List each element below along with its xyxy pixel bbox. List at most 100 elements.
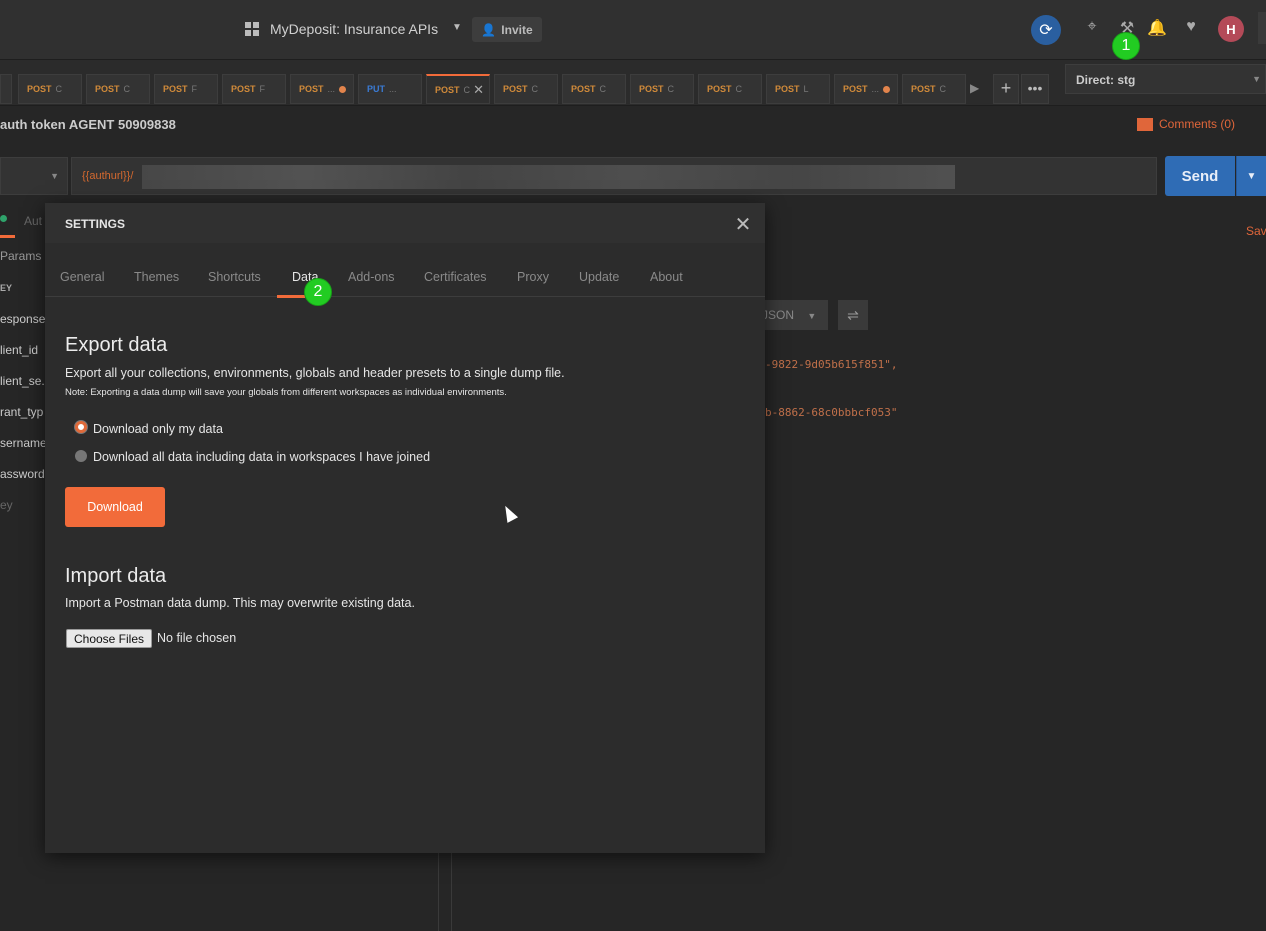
tab-certificates[interactable]: Certificates [424, 270, 487, 284]
tab-method: POST [639, 84, 664, 94]
tab-themes[interactable]: Themes [134, 270, 179, 284]
request-tab[interactable]: POST C [494, 74, 558, 104]
environment-select[interactable]: Direct: stg ▼ [1065, 64, 1266, 94]
tab-partial[interactable] [0, 74, 12, 104]
save-response-link[interactable]: Sav [1246, 224, 1266, 238]
request-tab[interactable]: POST C [902, 74, 966, 104]
unsaved-dot-icon [883, 85, 890, 93]
annotation-badge-1: 1 [1112, 32, 1140, 60]
tab-method: POST [231, 84, 256, 94]
file-status: No file chosen [157, 631, 237, 645]
close-icon[interactable]: ✕ [473, 82, 484, 98]
tab-method: POST [571, 84, 596, 94]
param-key[interactable]: esponse [0, 312, 45, 326]
tab-title: C [55, 84, 63, 94]
close-icon[interactable]: ✕ [733, 212, 753, 237]
format-value: JSON [762, 308, 795, 322]
tab-method: POST [95, 84, 120, 94]
request-tab[interactable]: POST... [290, 74, 354, 104]
tab-method: PUT [367, 84, 385, 94]
chevron-down-icon: ▼ [807, 311, 817, 321]
bell-icon[interactable]: 🔔 [1147, 18, 1167, 38]
tab-method: POST [163, 84, 188, 94]
request-tab[interactable]: POST F [222, 74, 286, 104]
tab-method: POST [775, 84, 800, 94]
settings-tabs: General Themes Shortcuts Data Add-ons Ce… [45, 257, 765, 298]
satellite-icon[interactable]: ⌖ [1082, 18, 1102, 36]
import-heading: Import data [65, 565, 167, 587]
request-tab[interactable]: POST F [154, 74, 218, 104]
tab-proxy[interactable]: Proxy [517, 270, 549, 284]
param-key[interactable]: lient_id [0, 343, 45, 357]
tab-update[interactable]: Update [579, 270, 619, 284]
workspace-title[interactable]: MyDeposit: Insurance APIs [270, 21, 438, 37]
tab-title: ... [389, 84, 397, 94]
avatar[interactable]: H [1218, 16, 1244, 42]
tab-method: POST [299, 84, 324, 94]
invite-label: Invite [501, 22, 533, 37]
tab-general[interactable]: General [60, 270, 104, 284]
radio-label[interactable]: Download all data including data in work… [93, 450, 430, 464]
sync-icon[interactable]: ⟳ [1031, 15, 1061, 45]
params-label: Params [0, 249, 42, 263]
tab-method: POST [843, 84, 868, 94]
param-key[interactable]: rant_typ [0, 405, 45, 419]
wrap-lines-icon[interactable]: ⇌ [838, 300, 868, 330]
download-button[interactable]: Download [65, 487, 165, 527]
modal-title: SETTINGS [65, 217, 126, 231]
radio-label[interactable]: Download only my data [93, 422, 223, 436]
param-key-placeholder[interactable]: ey [0, 498, 45, 512]
request-tab[interactable]: PUT... [358, 74, 422, 104]
more-icon[interactable]: ••• [1021, 74, 1049, 104]
comments-button[interactable]: Comments (0) [1137, 117, 1235, 131]
comment-icon [1137, 117, 1153, 131]
export-heading: Export data [65, 334, 168, 356]
radio-all-data[interactable] [75, 450, 87, 462]
chevron-down-icon[interactable]: ▼ [1236, 156, 1266, 196]
export-description: Export all your collections, environment… [65, 366, 565, 380]
chevron-down-icon[interactable]: ▼ [452, 22, 462, 33]
param-key[interactable]: assword [0, 467, 45, 481]
param-key[interactable]: sername [0, 436, 45, 450]
param-key[interactable]: lient_se... [0, 374, 45, 388]
choose-files-button[interactable]: Choose Files [66, 629, 152, 648]
grid-icon[interactable] [245, 22, 259, 36]
url-prefix: {{authurl}}/ [82, 170, 134, 182]
modal-header: SETTINGS ✕ [45, 203, 765, 243]
request-title[interactable]: auth token AGENT 50909838 [0, 117, 176, 132]
tab-method: POST [503, 84, 528, 94]
tab-title: ... [871, 84, 880, 94]
import-description: Import a Postman data dump. This may ove… [65, 596, 415, 610]
heart-icon[interactable]: ♥ [1181, 18, 1201, 36]
tab-add-ons[interactable]: Add-ons [348, 270, 395, 284]
comments-label: Comments (0) [1159, 117, 1236, 131]
send-button[interactable]: Send [1165, 156, 1235, 196]
tab-about[interactable]: About [650, 270, 683, 284]
tab-method: POST [911, 84, 936, 94]
tab-shortcuts[interactable]: Shortcuts [208, 270, 261, 284]
request-tab[interactable]: POST C [562, 74, 626, 104]
tab-method: POST [707, 84, 732, 94]
tab-method: POST [27, 84, 52, 94]
tab-title: C [667, 84, 675, 94]
request-tab[interactable]: POST... [834, 74, 898, 104]
tab-title: L [803, 84, 809, 94]
invite-button[interactable]: 👤 Invite [472, 17, 542, 42]
settings-modal: SETTINGS ✕ General Themes Shortcuts Data… [45, 203, 765, 853]
radio-my-data[interactable] [75, 421, 87, 433]
request-tab[interactable]: POST L [766, 74, 830, 104]
request-tab[interactable]: POST C [86, 74, 150, 104]
add-tab-icon[interactable]: + [993, 74, 1019, 104]
request-tab[interactable]: POST C [698, 74, 762, 104]
invite-icon: 👤 [481, 22, 497, 37]
tab-method: POST [435, 84, 460, 95]
chevron-down-icon: ▼ [1252, 74, 1261, 84]
response-code-line: b-8862-68c0bbbcf053" [765, 406, 898, 419]
request-tab-active[interactable]: POST C ✕ [426, 74, 490, 104]
request-tab[interactable]: POST C [630, 74, 694, 104]
scroll-right-icon[interactable]: ▶ [970, 81, 979, 95]
status-dot-icon [0, 215, 7, 222]
divider [1258, 12, 1266, 44]
method-select[interactable]: ▼ [0, 157, 68, 195]
request-tab[interactable]: POST C [18, 74, 82, 104]
